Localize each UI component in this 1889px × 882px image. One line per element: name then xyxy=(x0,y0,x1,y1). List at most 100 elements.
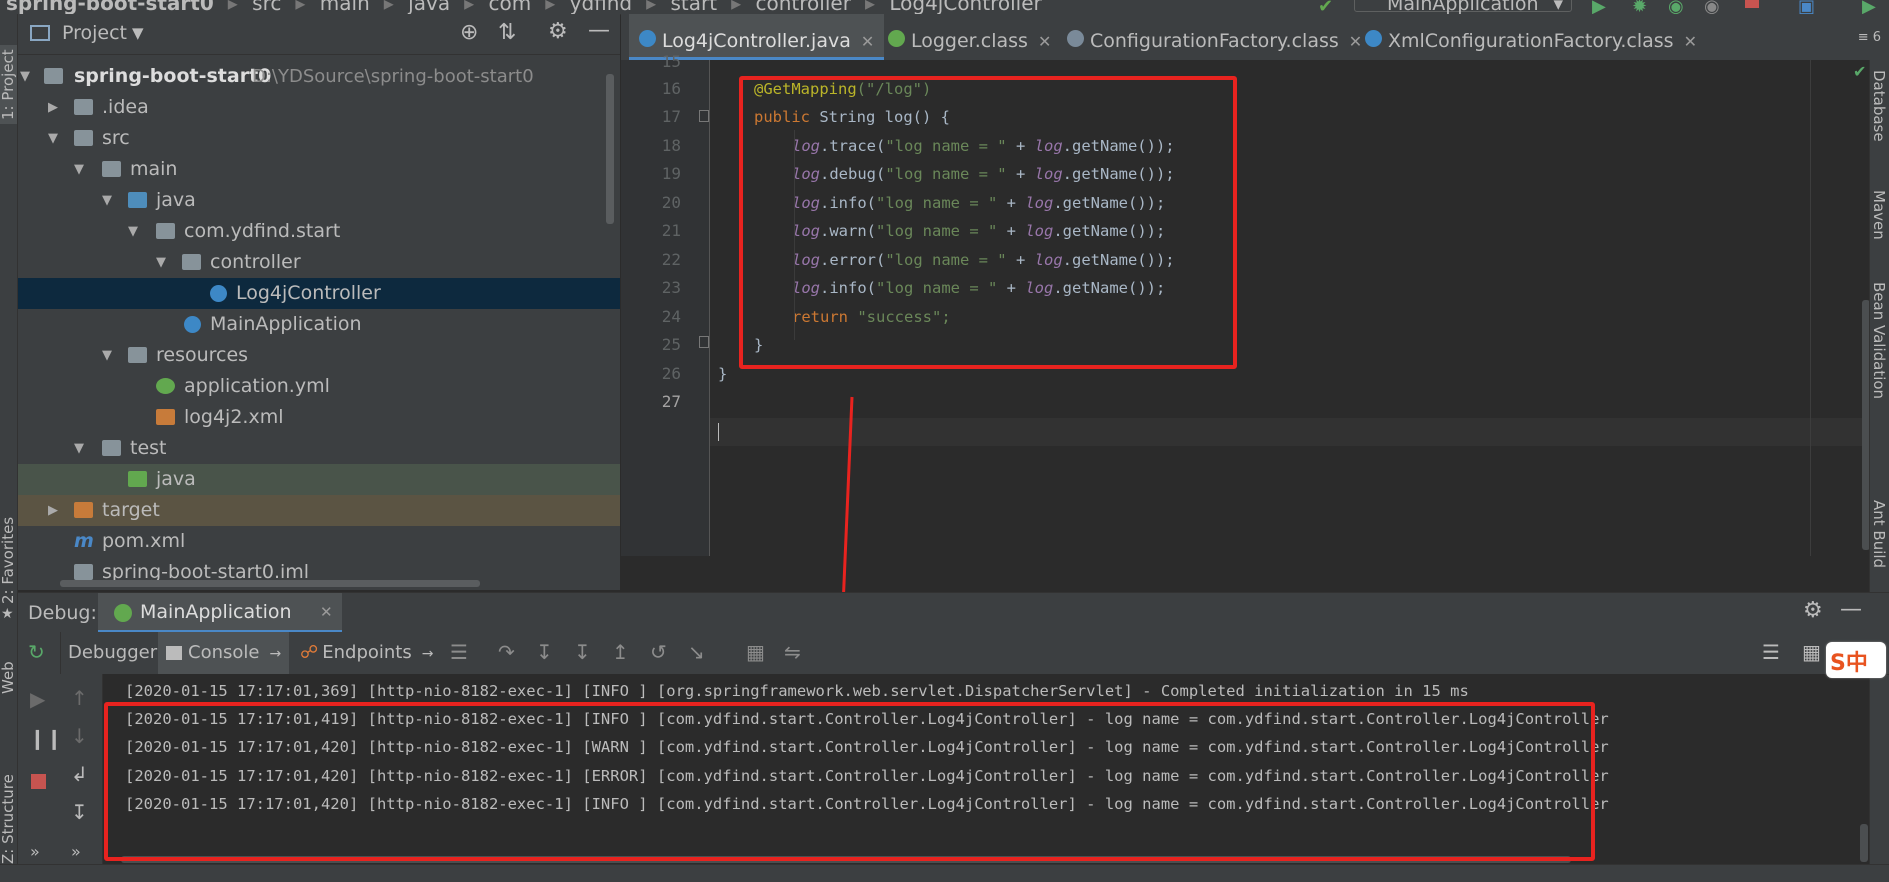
tree-row[interactable]: ▼ com.ydfind.start xyxy=(18,216,620,247)
evaluate-icon[interactable]: ▦ xyxy=(746,640,765,664)
tree-row[interactable]: java xyxy=(18,464,620,495)
expanded-arrow-icon[interactable]: ▼ xyxy=(48,123,62,154)
tab-debugger[interactable]: Debugger xyxy=(68,632,157,674)
tree-row[interactable]: ▼ spring-boot-start0 D:\YDSource\spring-… xyxy=(18,61,620,92)
breadcrumb-item[interactable]: src xyxy=(252,0,281,14)
step-out-icon[interactable]: ↥ xyxy=(612,640,629,664)
project-panel-title[interactable]: Project xyxy=(62,22,127,44)
ant-build-tool-button[interactable]: Ant Build xyxy=(1870,500,1888,568)
step-over-icon[interactable]: ↷ xyxy=(498,640,515,664)
scroll-to-end-icon[interactable]: ↧ xyxy=(71,800,91,824)
tree-row[interactable]: ▼ resources xyxy=(18,340,620,371)
expanded-arrow-icon[interactable]: ▼ xyxy=(156,247,170,278)
tab-logger-class[interactable]: Logger.class ✕ xyxy=(878,14,1061,60)
bean-validation-tool-button[interactable]: Bean Validation xyxy=(1870,282,1888,399)
close-icon[interactable]: ✕ xyxy=(861,32,874,51)
more-icon[interactable]: » xyxy=(71,842,91,862)
pause-icon[interactable]: ❙❙ xyxy=(29,726,63,750)
profile-icon[interactable]: ◉ xyxy=(1704,0,1722,14)
tab-configurationfactory-class[interactable]: ConfigurationFactory.class ✕ xyxy=(1057,14,1372,60)
vertical-scrollbar[interactable] xyxy=(606,74,614,224)
expanded-arrow-icon[interactable]: ▼ xyxy=(128,216,142,247)
up-arrow-icon[interactable]: ↑ xyxy=(71,686,91,710)
folder-icon xyxy=(74,130,93,146)
expanded-arrow-icon[interactable]: ▼ xyxy=(74,433,88,464)
tab-xmlconfigurationfactory-class[interactable]: XmlConfigurationFactory.class ✕ xyxy=(1355,14,1707,60)
collapsed-arrow-icon[interactable]: ▶ xyxy=(48,92,62,123)
run-configuration-select[interactable]: MainApplication ▾ xyxy=(1354,0,1572,14)
collapsed-arrow-icon[interactable]: ▶ xyxy=(48,495,62,526)
chevron-down-icon[interactable]: ▼ xyxy=(132,24,144,42)
tree-row[interactable]: ▼ java xyxy=(18,185,620,216)
run-icon[interactable]: ▶ xyxy=(1592,0,1610,14)
down-arrow-icon[interactable]: ↓ xyxy=(71,724,91,748)
horizontal-scrollbar[interactable] xyxy=(60,580,480,587)
stop-icon[interactable] xyxy=(1745,0,1759,8)
terminal-icon[interactable]: ▶ xyxy=(1862,0,1880,14)
tree-row[interactable]: ▼ main xyxy=(18,154,620,185)
resume-icon[interactable]: ▶ xyxy=(30,687,50,711)
rerun-icon[interactable]: ↻ xyxy=(28,640,48,664)
fold-marker-icon[interactable] xyxy=(699,110,709,122)
trace-icon[interactable]: ⇋ xyxy=(784,640,801,664)
tree-row[interactable]: MainApplication xyxy=(18,309,620,340)
expanded-arrow-icon[interactable]: ▼ xyxy=(102,185,116,216)
maven-tool-button[interactable]: Maven xyxy=(1870,190,1888,240)
run-to-cursor-icon[interactable]: ↘ xyxy=(688,640,705,664)
coverage-icon[interactable]: ◉ xyxy=(1668,0,1686,14)
stop-icon[interactable] xyxy=(31,774,46,789)
breadcrumb-item[interactable]: spring-boot-start0 xyxy=(6,0,214,14)
expanded-arrow-icon[interactable]: ▼ xyxy=(74,154,88,185)
debug-icon[interactable]: ✹ xyxy=(1632,0,1650,14)
tree-row[interactable]: application.yml xyxy=(18,371,620,402)
gear-icon[interactable]: ⚙ xyxy=(1803,598,1823,623)
tree-row[interactable]: ▼ test xyxy=(18,433,620,464)
database-tool-button[interactable]: Database xyxy=(1870,70,1888,142)
expanded-arrow-icon[interactable]: ▼ xyxy=(20,61,34,92)
tree-row[interactable]: ▶ .idea xyxy=(18,92,620,123)
breadcrumb-item[interactable]: controller xyxy=(756,0,851,14)
collapse-all-icon[interactable]: ⇅ xyxy=(498,20,516,45)
structure-tool-button[interactable]: Z: Structure xyxy=(0,774,17,864)
tree-row[interactable]: ▼ controller xyxy=(18,247,620,278)
gear-icon[interactable]: ⚙ xyxy=(548,19,568,44)
locate-icon[interactable]: ⊕ xyxy=(460,20,478,45)
breadcrumb-item[interactable]: main xyxy=(320,0,370,14)
close-icon[interactable]: ✕ xyxy=(1038,32,1051,51)
breadcrumb-item[interactable]: ydfind xyxy=(570,0,633,14)
tab-endpoints[interactable]: ☍ Endpoints → xyxy=(300,632,433,674)
tree-row[interactable]: log4j2.xml xyxy=(18,402,620,433)
restore-layout-icon[interactable]: ▦ xyxy=(1802,640,1821,664)
tree-row[interactable]: ▶ target xyxy=(18,495,620,526)
debug-session-tab[interactable]: MainApplication ✕ xyxy=(98,593,342,633)
tab-console[interactable]: Console → xyxy=(158,632,290,674)
frames-icon[interactable]: ☰ xyxy=(450,640,468,664)
breadcrumb-item[interactable]: start xyxy=(671,0,718,14)
breadcrumb-item[interactable]: com xyxy=(488,0,531,14)
tree-row-selected[interactable]: Log4jController xyxy=(18,278,620,309)
hammer-icon[interactable]: ✔ xyxy=(1318,0,1336,14)
ime-badge[interactable]: S中 xyxy=(1826,642,1886,678)
tree-row[interactable]: m pom.xml xyxy=(18,526,620,557)
tab-overflow-indicator[interactable]: ≡ 6 xyxy=(1858,30,1881,45)
minimize-icon[interactable]: — xyxy=(588,18,610,43)
force-step-into-icon[interactable]: ↧ xyxy=(574,640,591,664)
minimize-icon[interactable]: — xyxy=(1840,597,1862,622)
breadcrumb-item[interactable]: Log4jController xyxy=(889,0,1041,14)
project-tool-button[interactable]: 1: Project xyxy=(0,45,17,124)
fold-marker-icon[interactable] xyxy=(699,336,709,348)
soft-wrap-icon[interactable]: ↲ xyxy=(71,762,91,786)
tree-row[interactable]: ▼ src xyxy=(18,123,620,154)
close-icon[interactable]: ✕ xyxy=(1684,32,1697,51)
step-into-icon[interactable]: ↧ xyxy=(536,640,553,664)
layout-icon[interactable]: ☰ xyxy=(1762,640,1780,664)
web-tool-button[interactable]: Web xyxy=(0,661,17,694)
favorites-tool-button[interactable]: 2: Favorites xyxy=(0,517,17,604)
expanded-arrow-icon[interactable]: ▼ xyxy=(102,340,116,371)
more-icon[interactable]: » xyxy=(30,842,50,862)
console-vertical-scrollbar[interactable] xyxy=(1860,824,1868,862)
breadcrumb-item[interactable]: java xyxy=(408,0,450,14)
close-icon[interactable]: ✕ xyxy=(320,603,333,621)
drop-frame-icon[interactable]: ↺ xyxy=(650,640,667,664)
project-structure-icon[interactable]: ▣ xyxy=(1798,0,1816,14)
